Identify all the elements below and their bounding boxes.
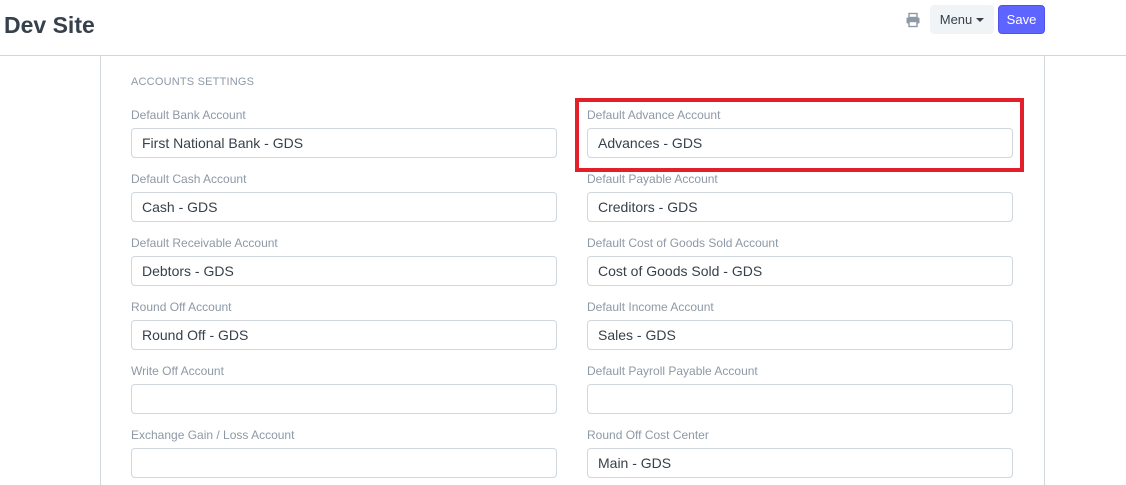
default-bank-account-input[interactable]: First National Bank - GDS [131,128,557,158]
default-payroll-payable-account-label: Default Payroll Payable Account [587,364,758,378]
default-payable-account-label: Default Payable Account [587,172,718,186]
menu-button[interactable]: Menu [930,5,994,34]
default-income-account-input[interactable]: Sales - GDS [587,320,1013,350]
round-off-account-input[interactable]: Round Off - GDS [131,320,557,350]
print-icon[interactable] [905,12,921,28]
exchange-gain-loss-account-label: Exchange Gain / Loss Account [131,428,295,442]
default-advance-account-label: Default Advance Account [587,108,721,122]
default-bank-account-label: Default Bank Account [131,108,246,122]
menu-button-label: Menu [939,12,973,27]
page-header: Dev Site Menu Save [0,0,1126,56]
write-off-account-input[interactable] [131,384,557,414]
caret-down-icon [976,18,985,22]
default-payable-account-input[interactable]: Creditors - GDS [587,192,1013,222]
default-cogs-account-label: Default Cost of Goods Sold Account [587,236,779,250]
default-payroll-payable-account-input[interactable] [587,384,1013,414]
section-title: ACCOUNTS SETTINGS [131,76,255,88]
round-off-cost-center-input[interactable]: Main - GDS [587,448,1013,478]
save-button[interactable]: Save [998,5,1045,34]
default-advance-account-input[interactable]: Advances - GDS [587,128,1013,158]
default-receivable-account-input[interactable]: Debtors - GDS [131,256,557,286]
default-cash-account-label: Default Cash Account [131,172,247,186]
default-cogs-account-input[interactable]: Cost of Goods Sold - GDS [587,256,1013,286]
round-off-account-label: Round Off Account [131,300,232,314]
default-receivable-account-label: Default Receivable Account [131,236,278,250]
round-off-cost-center-label: Round Off Cost Center [587,428,709,442]
page-title: Dev Site [4,12,95,38]
exchange-gain-loss-account-input[interactable] [131,448,557,478]
write-off-account-label: Write Off Account [131,364,224,378]
default-income-account-label: Default Income Account [587,300,714,314]
default-cash-account-input[interactable]: Cash - GDS [131,192,557,222]
